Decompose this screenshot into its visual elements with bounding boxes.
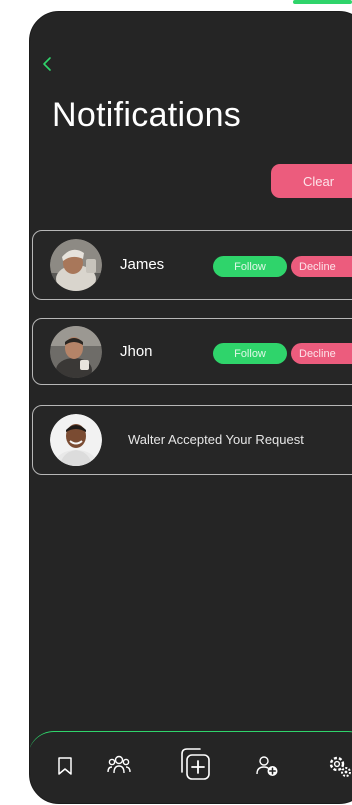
- group-button[interactable]: [107, 754, 131, 781]
- bookmark-icon: [58, 757, 72, 775]
- bookmark-button[interactable]: [57, 756, 73, 781]
- top-accent-line: [293, 0, 352, 4]
- back-button[interactable]: [40, 56, 56, 72]
- avatar[interactable]: [50, 239, 102, 291]
- follow-button[interactable]: Follow: [213, 256, 287, 277]
- clear-button[interactable]: Clear: [271, 164, 352, 198]
- follow-button[interactable]: Follow: [213, 343, 287, 364]
- decline-button[interactable]: Decline: [291, 256, 352, 277]
- chevron-left-icon: [43, 57, 51, 71]
- notification-card: Jhon Follow Decline: [32, 318, 352, 385]
- add-user-icon: [256, 756, 278, 776]
- decline-button[interactable]: Decline: [291, 343, 352, 364]
- add-post-button[interactable]: [178, 746, 212, 787]
- settings-button[interactable]: [327, 754, 352, 783]
- notification-card: Walter Accepted Your Request: [32, 405, 352, 475]
- bottom-navigation: [30, 731, 352, 803]
- add-user-button[interactable]: [255, 755, 279, 782]
- phone-screen: Notifications Clear James Follow Decline: [29, 11, 352, 804]
- user-name: Jhon: [120, 343, 153, 360]
- avatar[interactable]: [50, 414, 102, 466]
- smiling-man-avatar: [50, 414, 102, 466]
- settings-icon: [329, 756, 351, 777]
- person-holding-cup-avatar: [50, 326, 102, 378]
- avatar[interactable]: [50, 326, 102, 378]
- group-icon: [107, 755, 131, 774]
- user-name: James: [120, 256, 165, 273]
- person-with-beanie-avatar: [50, 239, 102, 291]
- notification-card: James Follow Decline: [32, 230, 352, 300]
- page-title: Notifications: [52, 96, 242, 134]
- add-post-icon: [181, 748, 210, 780]
- notification-message: Walter Accepted Your Request: [128, 432, 304, 447]
